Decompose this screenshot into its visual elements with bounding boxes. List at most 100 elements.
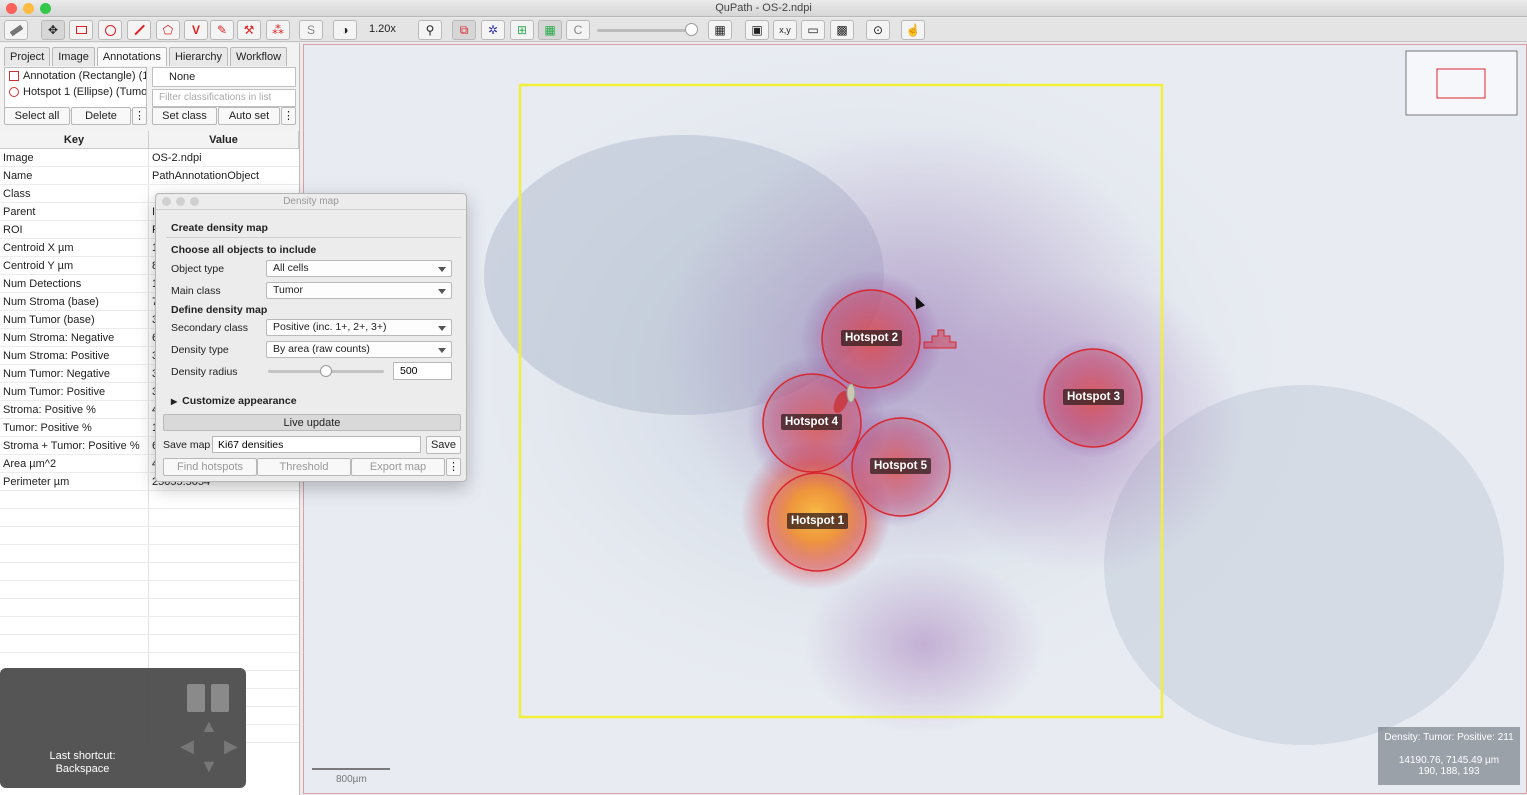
show-connections-button[interactable]: C <box>566 20 590 40</box>
shortcut-key-icon <box>187 684 231 712</box>
brush-tool-button[interactable]: ✎ <box>210 20 234 40</box>
title-bar: QuPath - OS-2.ndpi <box>0 0 1527 17</box>
dialog-zoom-button[interactable] <box>190 197 199 206</box>
slide-canvas[interactable] <box>304 45 1527 794</box>
grid-icon: ▦ <box>714 23 726 37</box>
points-icon: ⁂ <box>272 23 284 37</box>
annotation-item-label: Annotation (Rectangle) (10 <box>23 70 147 82</box>
polygon-tool-button[interactable]: ⬠ <box>156 20 180 40</box>
measurement-key: Perimeter µm <box>0 473 149 490</box>
dialog-title: Density map <box>283 196 339 207</box>
rectangle-icon <box>75 26 87 34</box>
measurement-key: ROI <box>0 221 149 238</box>
rectangle-tool-button[interactable] <box>69 20 93 40</box>
save-map-name-input[interactable] <box>212 436 421 453</box>
class-item-none[interactable]: None <box>169 71 195 83</box>
dialog-title-bar[interactable]: Density map <box>156 194 466 210</box>
opacity-slider-knob[interactable] <box>685 23 698 36</box>
selection-mode-button[interactable]: S <box>299 20 323 40</box>
class-list[interactable]: None <box>152 67 296 87</box>
annotation-list-item[interactable]: Annotation (Rectangle) (10 <box>5 68 146 84</box>
find-hotspots-button[interactable]: Find hotspots <box>163 458 257 476</box>
show-grid-button[interactable]: ▦ <box>708 20 732 40</box>
density-radius-input[interactable] <box>393 362 452 380</box>
close-window-button[interactable] <box>6 3 17 14</box>
select-all-button[interactable]: Select all <box>4 107 70 125</box>
measurement-key: Area µm^2 <box>0 455 149 472</box>
annotation-list[interactable]: Annotation (Rectangle) (10 Hotspot 1 (El… <box>4 67 147 111</box>
show-tma-button[interactable]: ✲ <box>481 20 505 40</box>
show-overview-button[interactable]: ▣ <box>745 20 769 40</box>
class-more-button[interactable]: ⋮ <box>281 107 296 125</box>
minimize-window-button[interactable] <box>23 3 34 14</box>
small-annotation[interactable] <box>846 383 856 403</box>
tab-project[interactable]: Project <box>4 47 51 66</box>
density-radius-slider-knob[interactable] <box>320 365 332 377</box>
opacity-slider[interactable] <box>597 29 693 32</box>
measurement-key: Class <box>0 185 149 202</box>
table-row[interactable]: Name PathAnnotationObject <box>0 167 299 185</box>
main-class-combo[interactable]: Tumor <box>266 282 452 299</box>
ellipse-tool-button[interactable] <box>98 20 122 40</box>
brightness-contrast-button[interactable]: ◑ <box>333 20 357 40</box>
density-type-combo[interactable]: By area (raw counts) <box>266 341 452 358</box>
dialog-close-button[interactable] <box>162 197 171 206</box>
points-tool-button[interactable]: ⁂ <box>266 20 290 40</box>
show-detections-button[interactable]: ⊞ <box>510 20 534 40</box>
hotspot-5-label: Hotspot 5 <box>870 458 932 474</box>
tab-image[interactable]: Image <box>52 47 95 66</box>
secondary-class-combo[interactable]: Positive (inc. 1+, 2+, 3+) <box>266 319 452 336</box>
object-type-combo[interactable]: All cells <box>266 260 452 277</box>
pixel-classifier-button[interactable]: ☝ <box>901 20 925 40</box>
rgb-readout: 190, 188, 193 <box>1418 766 1480 777</box>
tab-hierarchy[interactable]: Hierarchy <box>168 47 229 66</box>
move-tool-button[interactable]: ✥ <box>41 20 65 40</box>
dialog-more-button[interactable]: ⋮ <box>446 458 461 476</box>
export-map-button[interactable]: Export map <box>351 458 445 476</box>
density-map-dialog[interactable]: Density map Create density map Choose al… <box>155 193 467 482</box>
show-counting-grid-button[interactable]: ▩ <box>830 20 854 40</box>
rectangle-annotation-icon <box>9 71 19 81</box>
measurement-key: Num Tumor: Positive <box>0 383 149 400</box>
value-column-header[interactable]: Value <box>149 131 299 148</box>
table-row[interactable]: Image OS-2.ndpi <box>0 149 299 167</box>
auto-set-button[interactable]: Auto set <box>218 107 280 125</box>
wand-tool-button[interactable]: ⚒ <box>237 20 261 40</box>
measurement-key: Num Stroma: Negative <box>0 329 149 346</box>
empty-table-row <box>0 491 299 509</box>
dialog-minimize-button[interactable] <box>176 197 185 206</box>
class-filter-input[interactable]: Filter classifications in list <box>152 89 296 107</box>
toolbar: ✥ ⬠ V ✎ ⚒ ⁂ S ◑ 1.20x ⚲ ⧉ ✲ ⊞ ▦ C ▦ ▣ x,… <box>0 18 1527 42</box>
annotation-more-button[interactable]: ⋮ <box>132 107 147 125</box>
fill-detections-button[interactable]: ▦ <box>538 20 562 40</box>
key-column-header[interactable]: Key <box>0 131 149 148</box>
location-icon: x,y <box>779 25 791 35</box>
show-scalebar-button[interactable]: ▭ <box>801 20 825 40</box>
polygon-icon: ⬠ <box>162 23 174 37</box>
zoom-window-button[interactable] <box>40 3 51 14</box>
image-viewer[interactable]: Hotspot 1 Hotspot 2 Hotspot 3 Hotspot 4 … <box>303 44 1527 794</box>
hotspot-4-label: Hotspot 4 <box>781 414 843 430</box>
live-update-toggle[interactable]: Live update <box>163 414 461 431</box>
tab-workflow[interactable]: Workflow <box>230 47 288 66</box>
polyline-tool-button[interactable]: V <box>184 20 208 40</box>
log-button[interactable]: ⊙ <box>866 20 890 40</box>
set-class-button[interactable]: Set class <box>152 107 217 125</box>
divider <box>166 237 461 238</box>
threshold-button[interactable]: Threshold <box>257 458 351 476</box>
overview-thumbnail[interactable] <box>1405 50 1518 116</box>
line-tool-button[interactable] <box>127 20 151 40</box>
secondary-class-label: Secondary class <box>171 322 249 334</box>
show-location-button[interactable]: x,y <box>773 20 797 40</box>
save-map-button[interactable]: Save <box>426 436 461 454</box>
customize-appearance-toggle[interactable]: ▶ Customize appearance <box>171 395 297 407</box>
tab-annotations[interactable]: Annotations <box>96 47 167 66</box>
empty-table-row <box>0 509 299 527</box>
annotation-list-item[interactable]: Hotspot 1 (Ellipse) (Tumor <box>5 84 146 100</box>
delete-button[interactable]: Delete <box>71 107 131 125</box>
show-annotations-button[interactable]: ⧉ <box>452 20 476 40</box>
density-type-label: Density type <box>171 344 229 356</box>
measure-tool-button[interactable] <box>4 20 28 40</box>
measurement-key: Stroma + Tumor: Positive % <box>0 437 149 454</box>
zoom-to-fit-button[interactable]: ⚲ <box>418 20 442 40</box>
